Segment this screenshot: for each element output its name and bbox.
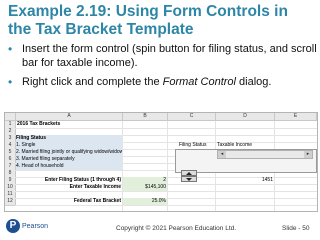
column-header-e[interactable]: E [275, 113, 317, 121]
bullet-list: • Insert the form control (spin button f… [8, 42, 318, 96]
taxable-income-scrollbar[interactable]: ◂ ▸ [217, 150, 313, 159]
column-header-c[interactable]: C [168, 113, 216, 121]
bullet-item: • Insert the form control (spin button f… [8, 42, 318, 70]
bullet-dot-icon: • [8, 42, 13, 56]
triangle-down-icon [186, 177, 192, 181]
pearson-logo: P Pearson [6, 219, 48, 233]
column-header-b[interactable]: B [123, 113, 168, 121]
cell-d9[interactable]: 1451 [216, 177, 273, 184]
cell-a6[interactable]: 3. Married filing separately [16, 156, 122, 163]
spreadsheet: A B C D E 1 2 3 4 5 6 7 8 9 10 11 12 201… [4, 112, 318, 212]
cell-a7[interactable]: 4. Head of household [16, 163, 122, 170]
triangle-up-icon [186, 171, 192, 175]
column-header-d[interactable]: D [216, 113, 275, 121]
slide-number: Slide - 50 [282, 225, 310, 232]
pearson-logo-text: Pearson [22, 222, 49, 230]
cell-a5[interactable]: 2. Married filing jointly or qualifying … [16, 149, 122, 156]
sheet-corner[interactable] [5, 113, 16, 121]
cell-a1[interactable]: 2016 Tax Brackets [17, 121, 122, 128]
bullet-dot-icon: • [8, 75, 13, 89]
bullet-text-before: Right click and complete the [22, 76, 163, 88]
cell-b9[interactable]: 2 [123, 177, 167, 184]
bullet-text-italic: Format Control [162, 76, 236, 88]
cell-a12[interactable]: Federal Tax Bracket [16, 198, 121, 205]
scroll-left-arrow-icon[interactable]: ◂ [218, 151, 226, 158]
column-header-a[interactable]: A [16, 113, 123, 121]
cell-a10[interactable]: Enter Taxable Income [16, 184, 121, 191]
cell-a3[interactable]: Filing Status [16, 135, 122, 142]
cell-b10[interactable]: $145,100 [123, 184, 167, 191]
bullet-text: Insert the form control (spin button for… [22, 43, 317, 69]
cell-c4[interactable]: Filing Status [179, 142, 215, 149]
cell-a4[interactable]: 1. Single [16, 142, 122, 149]
bullet-text-after: dialog. [236, 76, 272, 88]
cell-a9[interactable]: Enter Filing Status (1 through 4) [16, 177, 121, 184]
bullet-item: • Right click and complete the Format Co… [8, 75, 318, 90]
cell-d4[interactable]: Taxable Income [217, 142, 273, 149]
cell-b12[interactable]: 25.0% [123, 198, 167, 205]
scroll-right-arrow-icon[interactable]: ▸ [304, 151, 312, 158]
filing-status-spin-down-button[interactable] [181, 176, 197, 182]
pearson-logo-icon: P [6, 219, 20, 233]
copyright-text: Copyright © 2021 Pearson Education Ltd. [116, 225, 237, 232]
slide-title: Example 2.19: Using Form Controls in the… [8, 3, 288, 38]
